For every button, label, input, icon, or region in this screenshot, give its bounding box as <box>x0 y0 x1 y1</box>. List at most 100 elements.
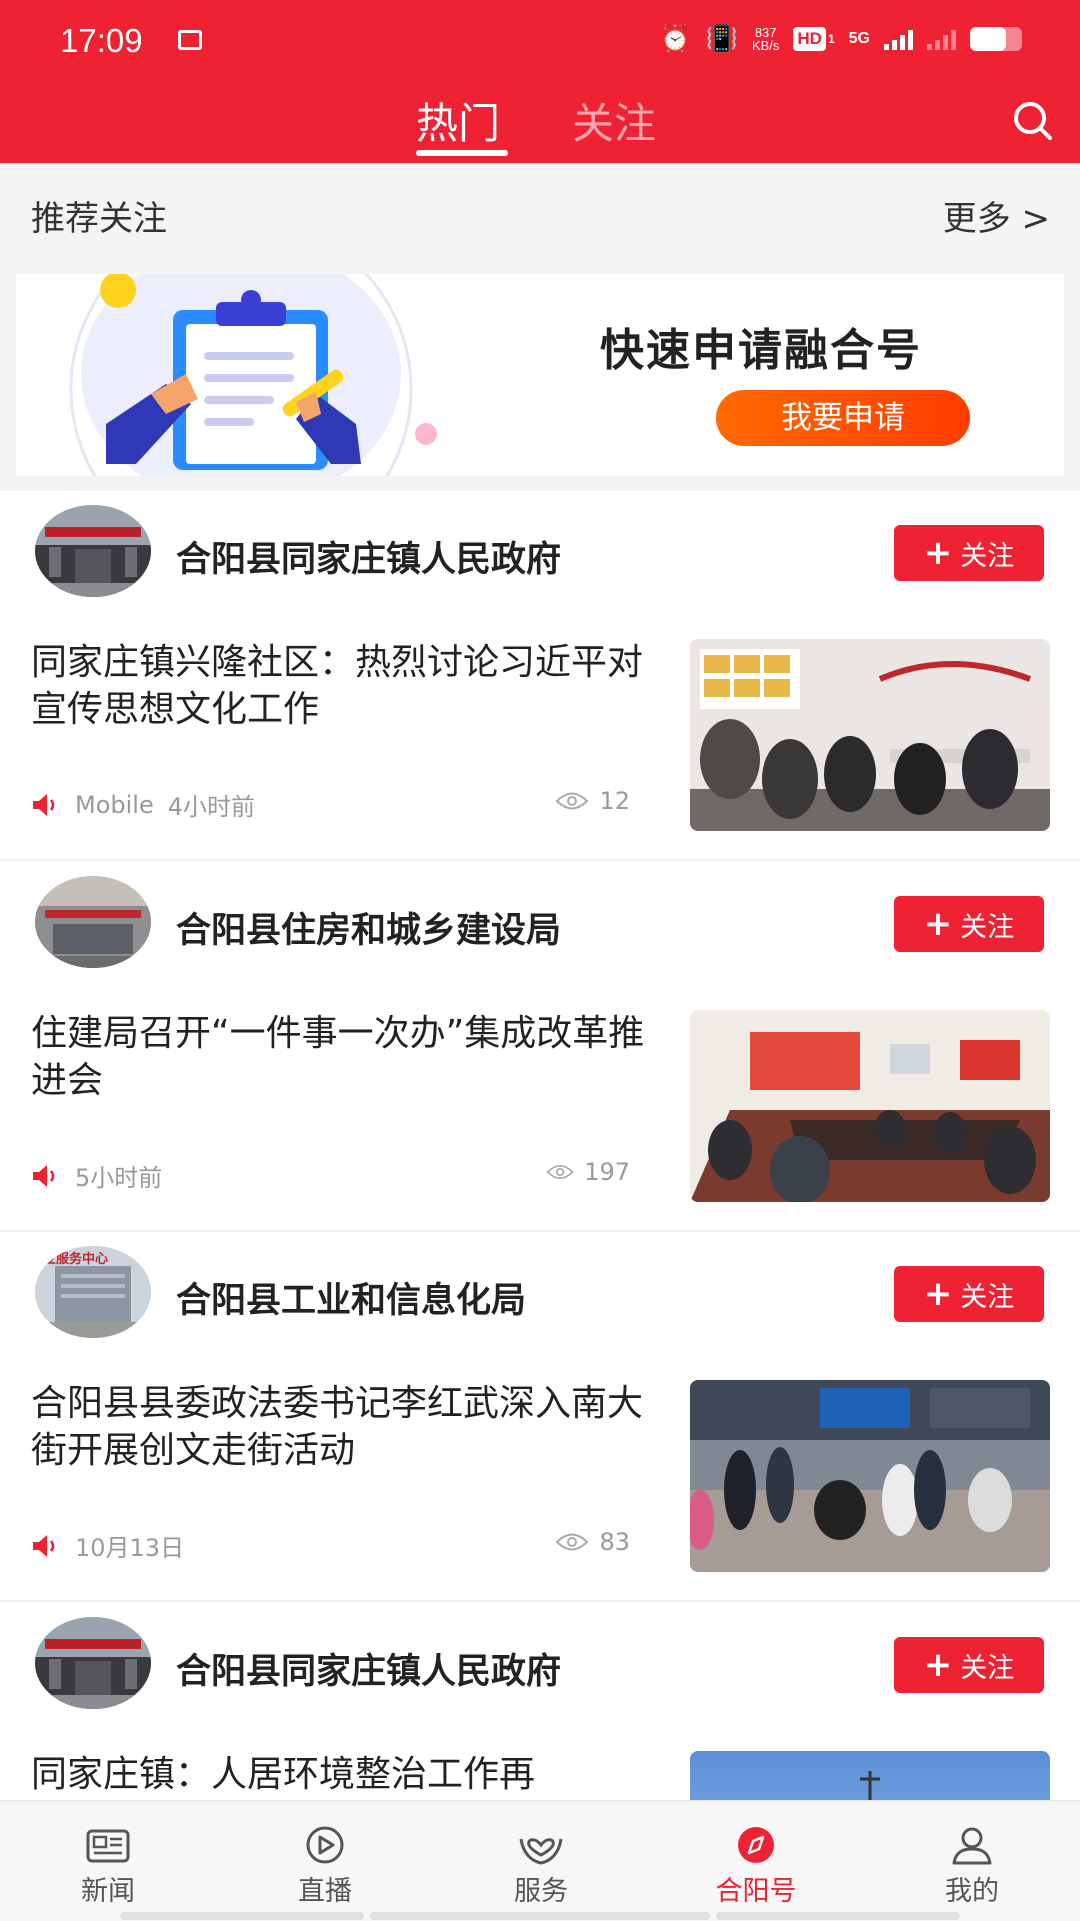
recommend-bar: 推荐关注 更多 > <box>0 163 1080 271</box>
article-headline[interactable]: 住建局召开“一件事一次办”集成改革推进会 <box>31 1010 671 1104</box>
speaker-icon[interactable] <box>31 792 61 818</box>
follow-button[interactable]: + 关注 <box>894 525 1044 581</box>
search-icon[interactable] <box>1008 96 1056 144</box>
author-avatar[interactable] <box>35 505 151 597</box>
author-name[interactable]: 合阳县同家庄镇人民政府 <box>176 531 561 582</box>
tab-following[interactable]: 关注 <box>572 90 656 151</box>
author-avatar[interactable] <box>35 1617 151 1709</box>
thumbnail-photo <box>690 1010 1050 1202</box>
hd-badge: HD <box>793 27 826 51</box>
avatar-photo <box>35 505 151 597</box>
nav-services[interactable]: 服务 <box>466 1825 616 1908</box>
view-count: 197 <box>546 1158 630 1186</box>
avatar-photo <box>35 876 151 968</box>
nav-me-label: 我的 <box>945 1876 999 1907</box>
article-time: 5小时前 <box>75 1164 163 1192</box>
gesture-bar-segment <box>370 1912 710 1920</box>
gesture-bar-segment <box>120 1912 364 1920</box>
article-thumbnail[interactable] <box>690 639 1050 831</box>
eye-icon <box>556 1533 589 1551</box>
nav-heyang-account[interactable]: 合阳号 <box>681 1825 831 1908</box>
article-headline[interactable]: 同家庄镇兴隆社区：热烈讨论习近平对宣传思想文化工作 <box>31 639 671 733</box>
nav-services-label: 服务 <box>514 1876 568 1907</box>
battery-icon <box>970 27 1022 51</box>
network-type: 5G <box>848 30 870 47</box>
play-icon <box>306 1826 344 1864</box>
compass-icon <box>738 1827 774 1863</box>
article-thumbnail[interactable] <box>690 1380 1050 1572</box>
follow-button[interactable]: + 关注 <box>894 896 1044 952</box>
speaker-icon[interactable] <box>31 1163 61 1189</box>
view-count-value: 12 <box>599 787 630 815</box>
nav-live-label: 直播 <box>298 1876 352 1907</box>
clipboard-illustration <box>69 274 437 476</box>
apply-button[interactable]: 我要申请 <box>716 390 970 446</box>
more-link[interactable]: 更多 > <box>943 191 1050 240</box>
battery-fill <box>970 27 1007 51</box>
nav-live[interactable]: 直播 <box>250 1825 400 1908</box>
avatar-photo <box>35 1617 151 1709</box>
article-thumbnail[interactable] <box>690 1010 1050 1202</box>
apply-banner[interactable]: 快速申请融合号 我要申请 <box>16 274 1064 476</box>
article-time: 10月13日 <box>75 1534 185 1562</box>
article-thumbnail[interactable] <box>690 1751 1050 1800</box>
view-count: 83 <box>546 1528 630 1556</box>
nav-me[interactable]: 我的 <box>897 1825 1047 1908</box>
article-meta: Mobile 4小时前 <box>31 787 255 822</box>
author-name[interactable]: 合阳县同家庄镇人民政府 <box>176 1643 561 1694</box>
vibrate-icon: 📳 <box>705 24 738 54</box>
article-time: 4小时前 <box>167 793 256 821</box>
feed-card[interactable]: 合阳县同家庄镇人民政府 + 关注 同家庄镇：人居环境整治工作再 <box>0 1603 1080 1800</box>
signal-icon <box>884 28 913 50</box>
follow-button[interactable]: + 关注 <box>894 1637 1044 1693</box>
status-time: 17:09 <box>60 22 143 59</box>
net-speed: 837 KB/s <box>752 26 779 52</box>
notification-icon <box>178 30 202 50</box>
feed-card[interactable]: 业服务中心 合阳县工业和信息化局 + 关注 合阳县县委政法委书记李红武深入南大街… <box>0 1232 1080 1602</box>
speaker-icon[interactable] <box>31 1533 61 1559</box>
article-source: Mobile <box>75 790 154 819</box>
follow-label: 关注 <box>960 911 1015 943</box>
feed-card[interactable]: 合阳县同家庄镇人民政府 + 关注 同家庄镇兴隆社区：热烈讨论习近平对宣传思想文化… <box>0 491 1080 861</box>
article-meta: 10月13日 <box>31 1528 184 1563</box>
tab-hot[interactable]: 热门 <box>416 90 500 151</box>
active-tab-indicator <box>416 150 508 156</box>
nav-news[interactable]: 新闻 <box>33 1825 183 1908</box>
newspaper-icon <box>86 1829 130 1863</box>
banner-title: 快速申请融合号 <box>600 325 922 376</box>
nav-news-label: 新闻 <box>81 1876 135 1907</box>
alarm-icon: ⏰ <box>659 24 692 54</box>
plus-icon: + <box>923 1645 953 1685</box>
article-headline[interactable]: 同家庄镇：人居环境整治工作再 <box>31 1751 671 1798</box>
view-count-value: 197 <box>584 1158 630 1186</box>
plus-icon: + <box>923 904 953 944</box>
eye-icon <box>556 792 589 810</box>
app-header: 17:09 ⏰ 📳 837 KB/s HD 1 5G 热门 关注 <box>0 0 1080 163</box>
author-name[interactable]: 合阳县住房和城乡建设局 <box>176 902 561 953</box>
follow-label: 关注 <box>960 1652 1015 1684</box>
follow-label: 关注 <box>960 1281 1015 1313</box>
top-tabs: 热门 关注 <box>0 84 1080 163</box>
plus-icon: + <box>923 1274 953 1314</box>
plus-icon: + <box>923 533 953 573</box>
feed-card[interactable]: 合阳县住房和城乡建设局 + 关注 住建局召开“一件事一次办”集成改革推进会 5小… <box>0 862 1080 1232</box>
thumbnail-photo <box>690 639 1050 831</box>
signal-secondary-icon <box>927 28 956 50</box>
article-meta: 5小时前 <box>31 1158 162 1193</box>
author-name[interactable]: 合阳县工业和信息化局 <box>176 1272 526 1323</box>
follow-label: 关注 <box>960 540 1015 572</box>
author-avatar[interactable]: 业服务中心 <box>35 1246 151 1338</box>
bottom-nav: 新闻 直播 服务 合阳号 我的 <box>0 1800 1080 1921</box>
nav-heyang-account-label: 合阳号 <box>715 1876 797 1907</box>
eye-icon <box>546 1164 574 1180</box>
view-count-value: 83 <box>599 1528 630 1556</box>
status-icons: ⏰ 📳 837 KB/s HD 1 5G <box>659 26 1022 52</box>
follow-button[interactable]: + 关注 <box>894 1266 1044 1322</box>
card-divider <box>0 859 1080 861</box>
view-count: 12 <box>546 787 630 815</box>
author-avatar[interactable] <box>35 876 151 968</box>
status-bar: 17:09 ⏰ 📳 837 KB/s HD 1 5G <box>0 0 1080 84</box>
card-divider <box>0 1600 1080 1602</box>
gesture-bar-segment <box>716 1912 960 1920</box>
article-headline[interactable]: 合阳县县委政法委书记李红武深入南大街开展创文走街活动 <box>31 1380 671 1474</box>
